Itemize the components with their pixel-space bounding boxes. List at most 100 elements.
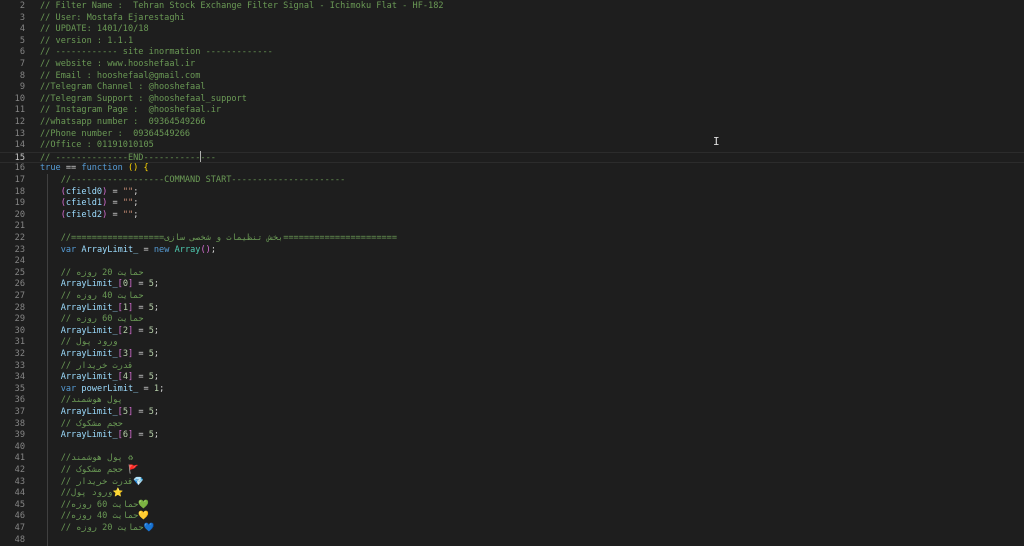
line-number: 46 [14,511,25,522]
code-line[interactable]: 33 // قدرت خریدار [0,361,1024,373]
code-line[interactable]: 34 ArrayLimit_[4] = 5; [0,372,1024,384]
code-line[interactable]: 6 // ------------ site inormation -------… [0,47,1024,59]
code-line[interactable]: 22 //==================بخش تنظیمات و شخص… [0,233,1024,245]
line-number: 35 [14,383,25,394]
code-line[interactable]: 14 //Office : 01191010105 [0,140,1024,152]
code-line[interactable]: 8 // Email : hooshefaal@gmail.com [0,71,1024,83]
line-number: 40 [14,441,25,452]
code-line[interactable]: 26 ArrayLimit_[0] = 5; [0,279,1024,291]
code-line[interactable]: 42 // حجم مشکوک 🚩 [0,465,1024,477]
code-token: //پول هوشمند [40,395,123,406]
code-line[interactable]: 7 // website : www.hooshefaal.ir [0,59,1024,71]
code-line[interactable]: 41 //پول هوشمند ♻ [0,453,1024,465]
code-token: //ورود پول⭐ [40,488,124,499]
code-line[interactable]: 45 //حمایت 60 روزه💚 [0,500,1024,512]
code-line[interactable]: 32 ArrayLimit_[3] = 5; [0,349,1024,361]
code-line[interactable]: 15// --------------END-------------- [0,151,1024,164]
code-token: = [133,325,149,336]
code-token: //==================بخش تنظیمات و شخصی س… [40,233,398,243]
code-line[interactable]: 18 (cfield0) = ""; [0,187,1024,199]
line-code: // حجم مشکوک [40,419,123,431]
code-line[interactable]: 2 // Filter Name : Tehran Stock Exchange … [0,1,1024,13]
line-code: // ورود پول [40,337,118,349]
line-code: //------------------COMMAND START-------… [40,175,346,187]
line-code: //==================بخش تنظیمات و شخصی س… [40,233,397,245]
code-token: var [60,383,77,394]
line-code: // حمایت 20 روزه [40,268,144,280]
code-line[interactable]: 16 true == function () { [0,163,1024,175]
code-line[interactable]: 19 (cfield1) = ""; [0,198,1024,210]
line-number: 37 [14,407,25,417]
code-token: = [133,302,149,313]
code-line[interactable]: 13 //Phone number : 09364549266 [0,129,1024,141]
code-line[interactable]: 44 //ورود پول⭐ [0,488,1024,500]
code-line[interactable]: 31 // ورود پول [0,337,1024,349]
line-number: 26 [14,279,25,290]
code-line[interactable]: 11 // Instagram Page : @hooshefaal.ir [0,105,1024,117]
code-line[interactable]: 17 //------------------COMMAND START----… [0,175,1024,187]
code-line[interactable]: 21 [0,221,1024,233]
code-token: ArrayLimit_ [60,279,118,290]
line-code: (cfield1) = ""; [40,198,139,210]
code-token: ArrayLimit_ [60,407,118,417]
code-line[interactable]: 39 ArrayLimit_[6] = 5; [0,430,1024,442]
line-number: 32 [14,349,25,359]
code-line[interactable]: 3 // User: Mostafa Ejarestaghi [0,13,1024,25]
code-line[interactable]: 48 [0,535,1024,546]
text-cursor [200,151,201,162]
code-line[interactable]: 43 // قدرت خریدار💎 [0,477,1024,489]
code-token: Array [174,244,201,255]
line-number: 39 [14,430,25,441]
line-number: 13 [14,128,25,139]
code-token: // ------------ site inormation --------… [40,47,273,58]
code-line[interactable]: 30 ArrayLimit_[2] = 5; [0,326,1024,338]
line-code: //پول هوشمند ♻ [40,453,133,465]
code-line[interactable]: 5 // version : 1.1.1 [0,36,1024,48]
line-code: // حمایت 60 روزه [40,314,144,326]
line-code: var powerLimit_ = 1; [40,383,165,396]
code-token: // UPDATE: 1401/10/18 [40,24,149,35]
code-token: ArrayLimit_ [60,325,118,336]
code-line[interactable]: 27 // حمایت 40 روزه [0,291,1024,303]
code-editor[interactable]: 2 // Filter Name : Tehran Stock Exchange … [0,0,1024,546]
code-token: ArrayLimit_ [60,349,118,359]
code-token: //حمایت 40 روزه💛 [40,511,150,522]
line-number: 33 [14,360,25,371]
line-number: 21 [14,221,25,232]
code-token: // Email : hooshefaal@gmail.com [40,70,201,81]
code-token: () [200,244,211,255]
line-number: 44 [14,488,25,499]
line-number: 43 [14,476,25,487]
code-line[interactable]: 47 // حمایت 20 روزه💙 [0,523,1024,535]
line-code: (cfield0) = ""; [40,186,139,199]
line-code: // website : www.hooshefaal.ir [40,59,195,71]
code-line[interactable]: 9 //Telegram Channel : @hooshefaal [0,82,1024,94]
code-line[interactable]: 23 var ArrayLimit_ = new Array(); [0,245,1024,257]
code-token: cfield1 [65,198,103,209]
code-line[interactable]: 29 // حمایت 60 روزه [0,314,1024,326]
code-token: cfield0 [65,186,103,197]
line-number: 5 [19,35,25,46]
line-code: // حمایت 20 روزه💙 [40,523,155,535]
code-line[interactable]: 20 (cfield2) = ""; [0,210,1024,222]
code-line[interactable]: 10 //Telegram Support : @hooshefaal_suppo… [0,94,1024,106]
line-number: 20 [14,209,25,220]
line-code: //Telegram Support : @hooshefaal_support [40,94,247,106]
code-line[interactable]: 46 //حمایت 40 روزه💛 [0,511,1024,523]
code-token: = [107,186,123,197]
code-line[interactable]: 12 //whatsapp number : 09364549266 [0,117,1024,129]
code-line[interactable]: 37 ArrayLimit_[5] = 5; [0,407,1024,419]
code-line[interactable]: 25 // حمایت 20 روزه [0,268,1024,280]
code-token: // version : 1.1.1 [40,35,134,46]
code-line[interactable]: 38 // حجم مشکوک [0,419,1024,431]
code-line[interactable]: 28 ArrayLimit_[1] = 5; [0,303,1024,315]
code-line[interactable]: 24 [0,256,1024,268]
line-number: 19 [14,198,25,209]
code-token: //حمایت 60 روزه💚 [40,499,150,510]
code-line[interactable]: 35 var powerLimit_ = 1; [0,384,1024,396]
code-line[interactable]: 36 //پول هوشمند [0,395,1024,407]
code-line[interactable]: 40 [0,442,1024,454]
code-line[interactable]: 4 // UPDATE: 1401/10/18 [0,24,1024,36]
